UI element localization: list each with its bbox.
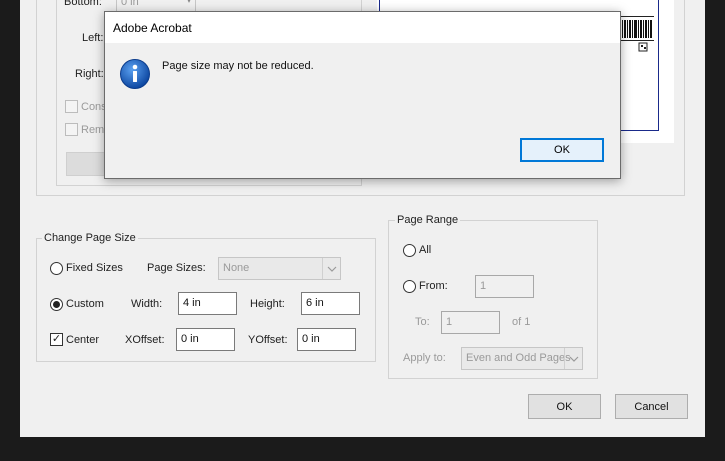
from-radio[interactable]: [403, 280, 416, 293]
to-label: To:: [415, 316, 430, 328]
fixed-sizes-label[interactable]: Fixed Sizes: [66, 262, 123, 274]
yoffset-field[interactable]: 0 in: [297, 328, 356, 351]
remove-label: Rem: [81, 124, 105, 136]
bottom-label: Bottom:: [64, 0, 102, 8]
constrain-checkbox[interactable]: [65, 100, 78, 113]
alert-title: Adobe Acrobat: [105, 12, 620, 43]
custom-label[interactable]: Custom: [66, 298, 104, 310]
barcode-graphic: [620, 16, 654, 52]
to-field[interactable]: 1: [441, 311, 500, 334]
constrain-label: Cons: [81, 101, 107, 113]
page-sizes-select[interactable]: None: [218, 257, 341, 280]
apply-to-value: Even and Odd Pages: [466, 352, 571, 364]
yoffset-label: YOffset:: [248, 334, 288, 346]
from-field[interactable]: 1: [475, 275, 534, 298]
page-range-title: Page Range: [395, 214, 461, 226]
center-checkbox[interactable]: ✓: [50, 333, 63, 346]
change-page-size-title: Change Page Size: [42, 232, 138, 244]
fixed-sizes-radio[interactable]: [50, 262, 63, 275]
all-pages-radio[interactable]: [403, 244, 416, 257]
xoffset-field[interactable]: 0 in: [176, 328, 235, 351]
all-pages-label[interactable]: All: [419, 244, 431, 256]
alert-message: Page size may not be reduced.: [162, 60, 314, 72]
apply-to-select[interactable]: Even and Odd Pages: [461, 347, 583, 370]
width-label: Width:: [131, 298, 163, 310]
height-field[interactable]: 6 in: [301, 292, 360, 315]
xoffset-label: XOffset:: [125, 334, 165, 346]
page-sizes-label: Page Sizes:: [147, 262, 206, 274]
remove-checkbox[interactable]: [65, 123, 78, 136]
chevron-down-icon: [564, 348, 582, 369]
left-label: Left:: [82, 32, 104, 44]
apply-to-label: Apply to:: [403, 352, 446, 364]
right-label: Right:: [75, 68, 104, 80]
chevron-down-icon: [322, 258, 340, 279]
height-label: Height:: [250, 298, 285, 310]
center-label[interactable]: Center: [66, 334, 99, 346]
custom-radio[interactable]: [50, 298, 63, 311]
alert-dialog: Adobe Acrobat Page size may not be reduc…: [104, 11, 621, 179]
from-label[interactable]: From:: [419, 280, 448, 292]
cancel-button[interactable]: Cancel: [615, 394, 688, 419]
of-pages-label: of 1: [512, 316, 531, 328]
alert-ok-button[interactable]: OK: [520, 138, 604, 162]
ok-button[interactable]: OK: [528, 394, 601, 419]
page-sizes-value: None: [223, 262, 250, 274]
width-field[interactable]: 4 in: [178, 292, 237, 315]
info-icon: [119, 58, 151, 90]
bottom-spinner[interactable]: ▾: [182, 0, 196, 10]
